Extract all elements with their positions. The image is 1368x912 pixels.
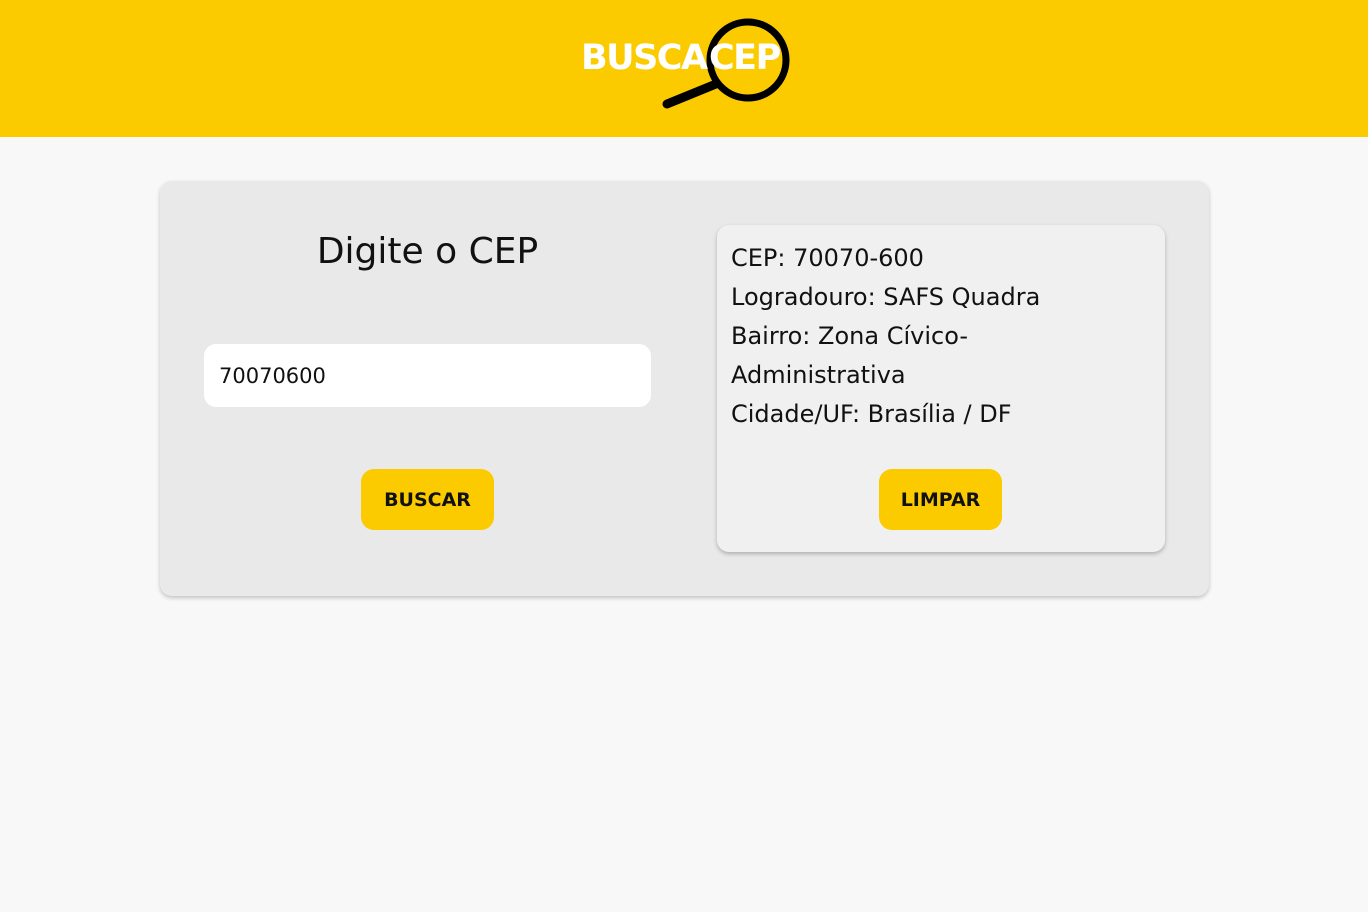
cep-input[interactable] [204, 344, 651, 407]
logo-text-busca: BUSCA [581, 38, 708, 78]
logo-text-cep: CEP [709, 38, 781, 78]
page-title: Digite o CEP [316, 231, 539, 272]
result-lines: CEP: 70070-600 Logradouro: SAFS Quadra B… [731, 239, 1151, 434]
result-logradouro: Logradouro: SAFS Quadra [731, 283, 1041, 311]
result-panel: CEP: 70070-600 Logradouro: SAFS Quadra B… [717, 225, 1165, 552]
logo: BUSCA CEP [581, 14, 793, 110]
header: BUSCA CEP [0, 0, 1368, 137]
clear-button[interactable]: LIMPAR [879, 469, 1002, 530]
search-button[interactable]: BUSCAR [361, 469, 494, 530]
result-cep: CEP: 70070-600 [731, 244, 924, 272]
result-cidade: Cidade/UF: Brasília / DF [731, 400, 1012, 428]
result-bairro-line2: Administrativa [731, 361, 906, 389]
result-bairro-line1: Bairro: Zona Cívico- [731, 322, 968, 350]
search-card: Digite o CEP BUSCAR CEP: 70070-600 Logra… [160, 181, 1209, 596]
